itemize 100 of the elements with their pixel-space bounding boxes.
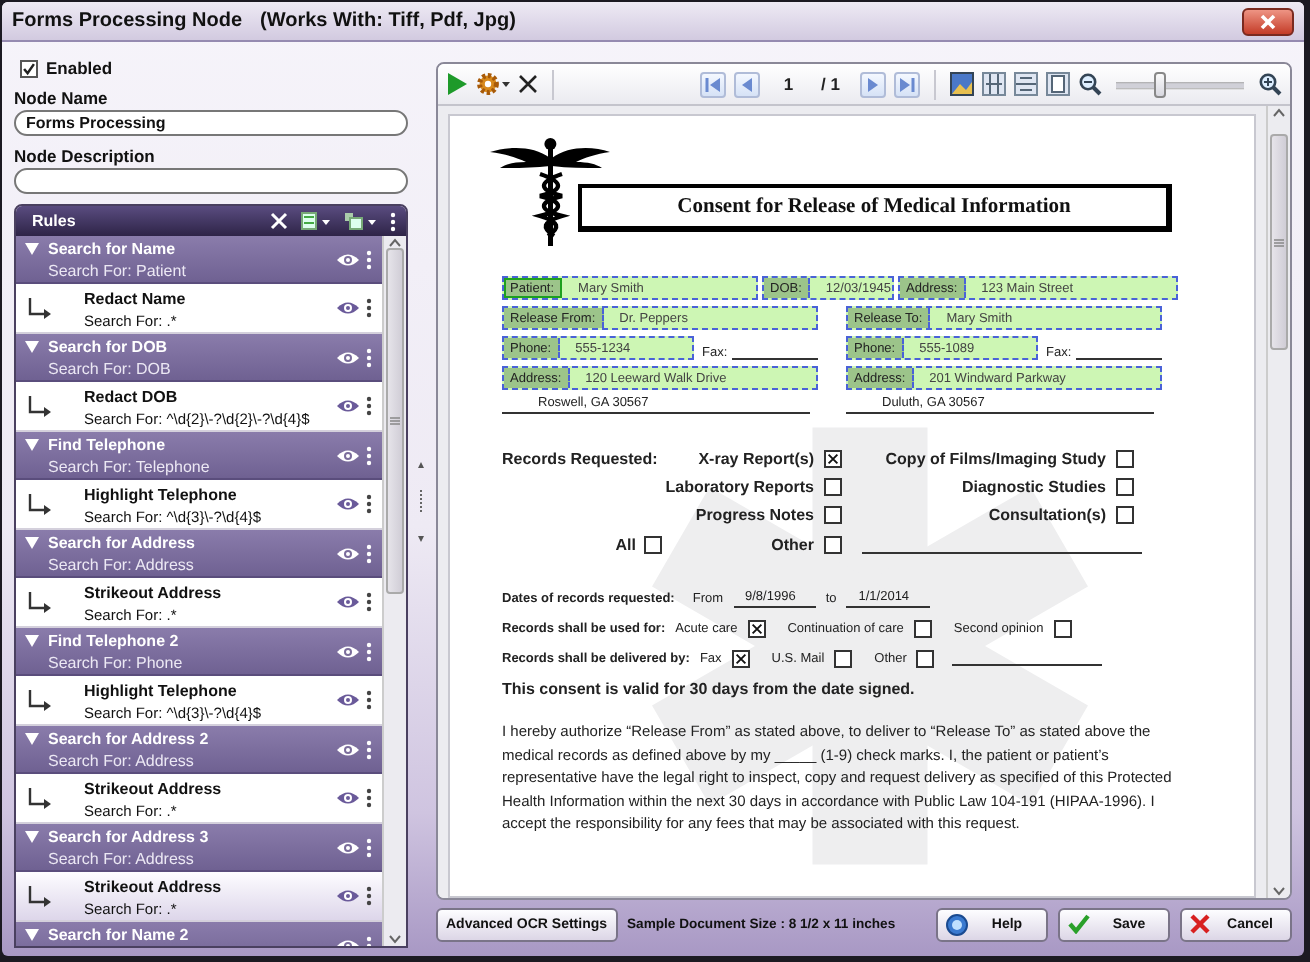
- previous-page-button[interactable]: [733, 71, 760, 97]
- eye-icon[interactable]: [336, 545, 360, 561]
- first-page-button[interactable]: [699, 71, 726, 97]
- rule-group-row[interactable]: Search for Address Search For: Address: [16, 530, 382, 578]
- option-label: Consultation(s): [988, 506, 1106, 524]
- window-subtitle: (Works With: Tiff, Pdf, Jpg): [260, 10, 516, 32]
- rule-group-row[interactable]: Find Telephone 2 Search For: Phone: [16, 628, 382, 676]
- grip-icon: [1274, 237, 1284, 247]
- actual-size-icon[interactable]: [1046, 72, 1070, 96]
- expand-triangle-icon[interactable]: [24, 340, 40, 354]
- checkbox[interactable]: [1115, 478, 1133, 496]
- checkbox[interactable]: [1115, 506, 1133, 524]
- add-rule-icon[interactable]: [300, 212, 332, 230]
- play-icon[interactable]: [446, 72, 468, 96]
- checkbox[interactable]: [1053, 620, 1072, 638]
- previous-page-arrow-icon: [737, 75, 756, 93]
- checkbox[interactable]: [644, 535, 662, 553]
- eye-icon[interactable]: [336, 888, 360, 904]
- eye-icon[interactable]: [336, 741, 360, 757]
- rule-search-text: Search For: Address: [48, 849, 196, 867]
- fit-page-icon[interactable]: [1014, 72, 1038, 96]
- eye-icon[interactable]: [336, 790, 360, 806]
- rule-group-row[interactable]: Find Telephone Search For: Telephone: [16, 432, 382, 480]
- eye-icon[interactable]: [336, 300, 360, 316]
- eye-icon[interactable]: [336, 496, 360, 512]
- scroll-down-icon[interactable]: [1272, 886, 1286, 898]
- caduceus-icon: [490, 136, 610, 252]
- scroll-thumb[interactable]: [1270, 134, 1288, 350]
- expand-triangle-icon[interactable]: [24, 242, 40, 256]
- checkbox[interactable]: [1115, 450, 1133, 468]
- expand-triangle-icon[interactable]: [24, 634, 40, 648]
- kebab-menu-icon[interactable]: [365, 886, 371, 906]
- kebab-menu-icon[interactable]: [365, 788, 371, 808]
- corner-arrow-icon: [28, 591, 52, 613]
- field-label: Node Name: [14, 88, 110, 108]
- expand-triangle-icon[interactable]: [24, 732, 40, 746]
- page-number: 1: [783, 74, 794, 94]
- zoom-in-icon[interactable]: [1258, 72, 1282, 96]
- add-child-rule-icon[interactable]: [344, 212, 378, 230]
- checkbox[interactable]: [731, 650, 750, 668]
- rule-name: Highlight Telephone: [84, 681, 239, 699]
- rule-search-text: Search For: DOB: [48, 359, 173, 377]
- corner-arrow-icon: [28, 885, 52, 907]
- node-description-field[interactable]: [14, 168, 408, 194]
- eye-icon[interactable]: [336, 447, 360, 463]
- close-button[interactable]: [1242, 7, 1294, 35]
- rule-name: Search for Address 3: [48, 828, 211, 846]
- rule-name: Find Telephone 2: [48, 632, 181, 650]
- eye-icon[interactable]: [336, 349, 360, 365]
- help-icon: [946, 913, 968, 935]
- fit-width-icon[interactable]: [982, 72, 1006, 96]
- eye-icon[interactable]: [336, 692, 360, 708]
- grip-icon: [390, 415, 400, 426]
- scroll-up-icon[interactable]: [1272, 106, 1286, 118]
- option-label: All: [615, 535, 636, 553]
- checkbox[interactable]: [834, 650, 853, 668]
- field-label: Node Description: [14, 146, 157, 166]
- eye-icon[interactable]: [336, 594, 360, 610]
- kebab-menu-icon[interactable]: [365, 298, 371, 318]
- scroll-down-icon[interactable]: [388, 934, 402, 946]
- node-name-field[interactable]: Forms Processing: [14, 110, 408, 136]
- close-icon[interactable]: [518, 74, 538, 94]
- image-icon[interactable]: [950, 72, 974, 96]
- option-label: Other: [771, 535, 814, 553]
- page-total: / 1: [821, 74, 840, 94]
- option-label: Progress Notes: [695, 506, 814, 524]
- expand-triangle-icon[interactable]: [24, 438, 40, 452]
- expand-triangle-icon[interactable]: [24, 928, 40, 942]
- rule-group-row[interactable]: Search for Name Search For: Patient: [16, 236, 382, 284]
- kebab-menu-icon[interactable]: [365, 690, 371, 710]
- zoom-out-icon[interactable]: [1078, 72, 1102, 96]
- rule-search-text: Search For: Telephone: [48, 457, 212, 475]
- check-icon: [1068, 914, 1090, 934]
- eye-icon[interactable]: [336, 251, 360, 267]
- rule-group-row[interactable]: Search for Address 2 Search For: Address: [16, 726, 382, 774]
- kebab-menu-icon[interactable]: [365, 592, 371, 612]
- kebab-menu-icon[interactable]: [365, 396, 371, 416]
- scroll-thumb[interactable]: [386, 248, 404, 593]
- option-label: Copy of Films/Imaging Study: [885, 450, 1106, 468]
- checkbox[interactable]: [20, 59, 38, 77]
- kebab-menu-icon[interactable]: [365, 494, 371, 514]
- rule-group-row[interactable]: Search for Address 3 Search For: Address: [16, 824, 382, 872]
- next-page-button[interactable]: [860, 71, 886, 97]
- checkbox[interactable]: [916, 650, 935, 668]
- last-page-button[interactable]: [894, 71, 920, 97]
- kebab-menu-icon[interactable]: [390, 211, 396, 231]
- expand-triangle-icon[interactable]: [24, 536, 40, 550]
- rule-name: Redact Name: [84, 289, 188, 307]
- eye-icon[interactable]: [336, 398, 360, 414]
- slider-thumb[interactable]: [1153, 71, 1166, 97]
- scroll-up-icon[interactable]: [388, 236, 402, 248]
- splitter-grip-icon[interactable]: [418, 461, 424, 541]
- gear-icon[interactable]: [476, 72, 510, 96]
- eye-icon[interactable]: [336, 643, 360, 659]
- delete-icon[interactable]: [270, 212, 288, 230]
- rule-group-row[interactable]: Search for Name 2: [16, 922, 382, 946]
- last-page-arrow-icon: [898, 75, 916, 93]
- eye-icon[interactable]: [336, 839, 360, 855]
- expand-triangle-icon[interactable]: [24, 830, 40, 844]
- rule-group-row[interactable]: Search for DOB Search For: DOB: [16, 334, 382, 382]
